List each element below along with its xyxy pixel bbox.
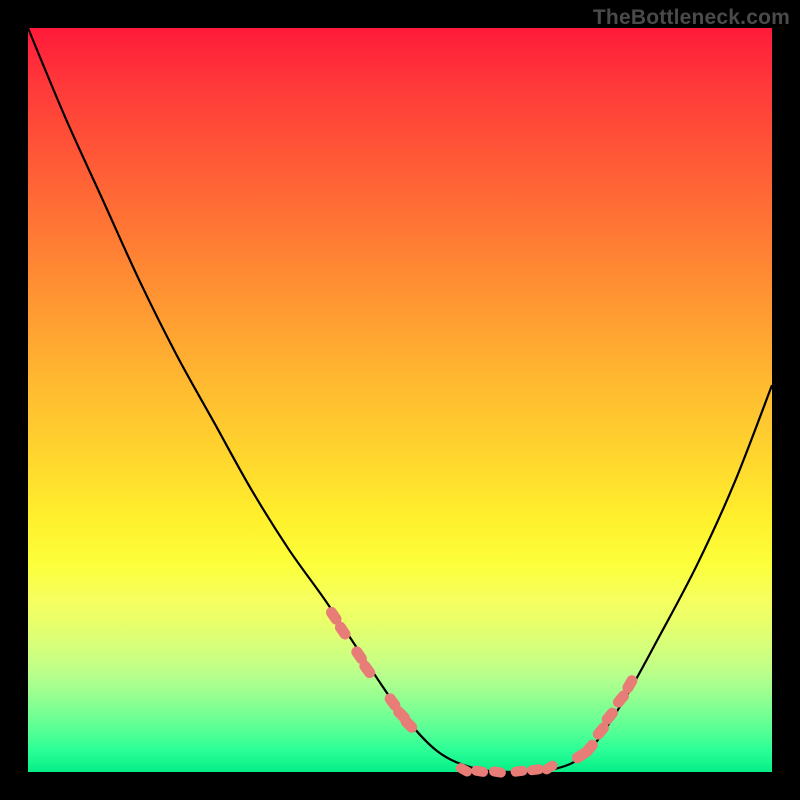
data-bead [488,766,506,779]
watermark-text: TheBottleneck.com [593,6,790,30]
bottleneck-curve [28,28,772,773]
data-bead [470,765,488,778]
curve-layer [28,28,772,772]
chart-frame: TheBottleneck.com [0,0,800,800]
beads-group [324,605,640,779]
data-bead [510,765,528,777]
plot-area [28,28,772,772]
data-bead [540,759,560,777]
